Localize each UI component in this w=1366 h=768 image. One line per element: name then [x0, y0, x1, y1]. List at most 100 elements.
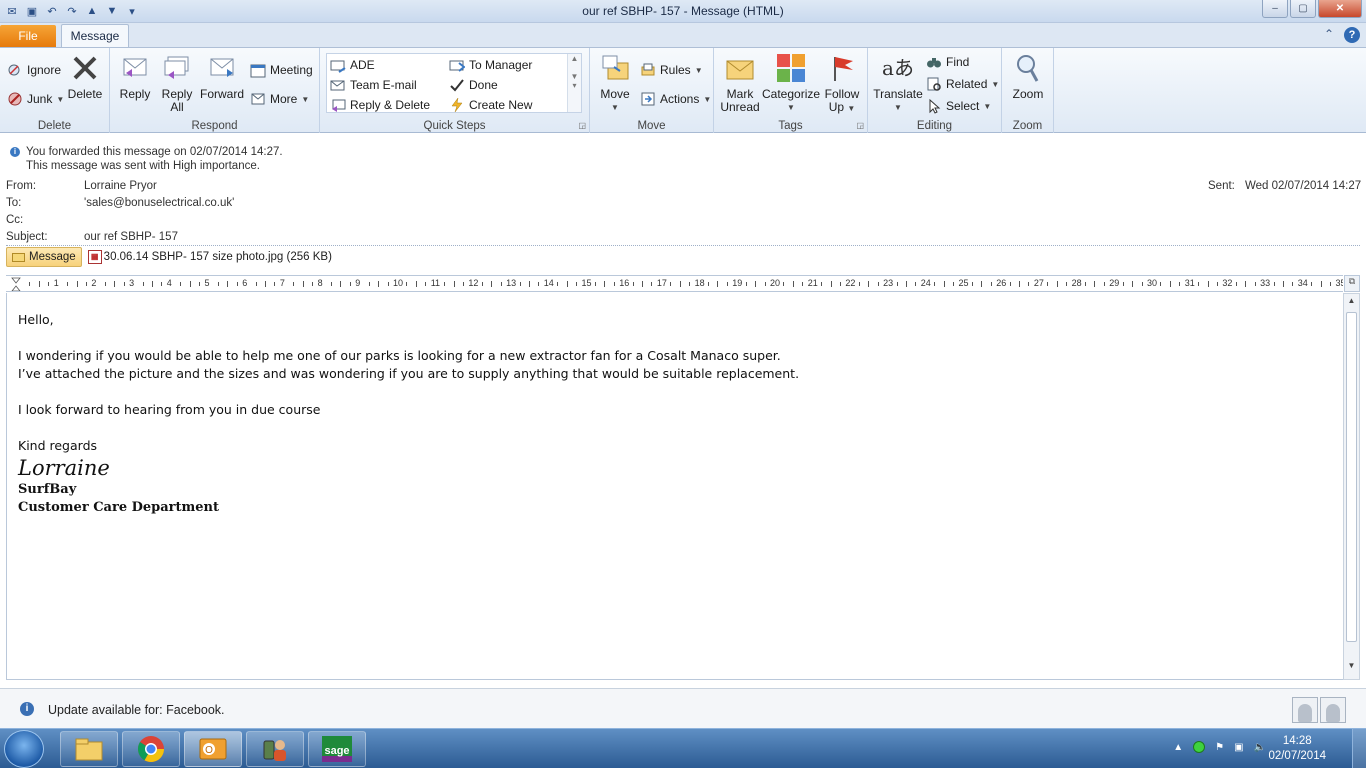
meeting-button[interactable]: Meeting: [250, 62, 313, 78]
find-button[interactable]: Find: [926, 54, 969, 70]
move-button[interactable]: Move ▼: [596, 52, 634, 114]
ruler-tick: [689, 282, 691, 286]
ruler-tick: [1179, 282, 1181, 286]
ruler-tick: [934, 282, 936, 286]
ruler-tick: [1245, 281, 1247, 287]
follow-up-button[interactable]: Follow Up ▼: [822, 52, 862, 115]
info-banner: i You forwarded this message on 02/07/201…: [10, 145, 283, 173]
start-button[interactable]: [4, 730, 44, 768]
scroll-up-icon[interactable]: ▲: [1344, 296, 1359, 312]
message-body[interactable]: Hello, I wondering if you would be able …: [6, 293, 1343, 680]
ruler-number: 11: [430, 278, 441, 288]
quickstep-ade[interactable]: ADE: [330, 57, 375, 73]
ruler-number: 9: [355, 278, 361, 288]
ignore-icon: [7, 62, 23, 78]
ruler-tick: [1009, 282, 1011, 286]
group-label-delete: Delete: [37, 120, 72, 132]
ruler-tick: [905, 281, 907, 287]
ruler-tick: [180, 282, 182, 286]
reply-all-button[interactable]: Reply All: [158, 52, 196, 114]
mark-unread-button[interactable]: Mark Unread: [718, 52, 762, 114]
ruler-tick: [802, 282, 804, 286]
ruler-tick: [604, 281, 606, 287]
quickstep-reply-delete[interactable]: Reply & Delete: [330, 97, 430, 113]
translate-button[interactable]: aあ Translate ▼: [872, 52, 924, 114]
flag-tray-icon[interactable]: ⚑: [1215, 742, 1224, 753]
actions-icon: [640, 91, 656, 107]
ruler-number: 18: [694, 278, 705, 288]
minimize-button[interactable]: –: [1262, 0, 1288, 18]
ruler-tick: [1273, 282, 1275, 286]
clock[interactable]: 14:28 02/07/2014: [1268, 734, 1326, 764]
ruler-tick: [265, 281, 267, 287]
group-delete: Ignore Junk ▼ Delete Delete: [0, 48, 110, 133]
system-tray: ▲ ⚑ ▣ 🔈: [1173, 741, 1266, 753]
checkmark-icon: [449, 77, 465, 93]
reply-all-icon: [161, 52, 193, 84]
related-button[interactable]: Related ▼: [926, 76, 999, 92]
select-button[interactable]: Select ▼: [926, 98, 991, 114]
message-tab-button[interactable]: Message: [6, 247, 82, 267]
rules-icon: [640, 62, 656, 78]
taskbar: O sage ▲ ⚑ ▣ 🔈 14:28 02/07/2014: [0, 728, 1366, 768]
explorer-taskbar-icon[interactable]: [60, 731, 118, 767]
ignore-button[interactable]: Ignore: [7, 62, 61, 78]
tags-launcher-icon[interactable]: ◲: [856, 121, 864, 130]
scroll-down-icon[interactable]: ▼: [1344, 661, 1359, 677]
ruler-tick: [821, 282, 823, 286]
close-button[interactable]: ✕: [1318, 0, 1362, 18]
ruler-number: 22: [845, 278, 856, 288]
vertical-scrollbar[interactable]: ▲ ▼: [1343, 293, 1360, 680]
actions-button[interactable]: Actions ▼: [640, 91, 711, 107]
maximize-button[interactable]: ▢: [1290, 0, 1316, 18]
delete-button[interactable]: Delete: [66, 52, 104, 101]
lightning-icon: [449, 97, 465, 113]
ruler-toggle-icon[interactable]: ⧉: [1344, 275, 1360, 292]
ruler-tick: [594, 282, 596, 286]
ruler-number: 5: [204, 278, 210, 288]
scroll-thumb[interactable]: [1346, 312, 1357, 642]
volume-icon[interactable]: 🔈: [1254, 742, 1266, 753]
body-paragraph-2: I look forward to hearing from you in du…: [18, 402, 321, 417]
reply-button[interactable]: Reply: [116, 52, 154, 101]
update-notice[interactable]: Update available for: Facebook.: [48, 703, 225, 717]
chrome-taskbar-icon[interactable]: [122, 731, 180, 767]
quickstep-create-new[interactable]: Create New: [449, 97, 532, 113]
sage-taskbar-icon[interactable]: sage: [308, 731, 366, 767]
show-hidden-icons-icon[interactable]: ▲: [1173, 742, 1183, 753]
quickstep-done[interactable]: Done: [449, 77, 498, 93]
mark-unread-icon: [724, 52, 756, 84]
body-paragraph-1-line-2: I’ve attached the picture and the sizes …: [18, 366, 800, 381]
phone-app-taskbar-icon[interactable]: [246, 731, 304, 767]
forward-button[interactable]: Forward: [200, 52, 244, 101]
ruler-number: 32: [1222, 278, 1233, 288]
ruler-tick: [632, 282, 634, 286]
network-icon[interactable]: ▣: [1234, 742, 1243, 753]
quick-steps-launcher-icon[interactable]: ◲: [578, 121, 586, 130]
from-value[interactable]: Lorraine Pryor: [84, 180, 157, 192]
quick-steps-scroll[interactable]: ▲ ▼ ▾: [567, 54, 581, 112]
attachment-file[interactable]: ▦ 30.06.14 SBHP- 157 size photo.jpg (256…: [87, 250, 332, 264]
quickstep-team-email[interactable]: Team E-mail: [330, 77, 417, 93]
contact-avatar[interactable]: [1320, 697, 1346, 723]
status-green-icon[interactable]: [1193, 741, 1206, 753]
to-value[interactable]: 'sales@bonuselectrical.co.uk': [84, 197, 234, 209]
show-desktop-button[interactable]: [1352, 729, 1366, 768]
subject-value: our ref SBHP- 157: [84, 231, 178, 243]
tab-message[interactable]: Message: [61, 24, 129, 48]
junk-button[interactable]: Junk ▼: [7, 91, 64, 107]
collapse-ribbon-icon[interactable]: ⌃: [1324, 27, 1334, 43]
quickstep-to-manager[interactable]: To Manager: [449, 57, 532, 73]
zoom-button[interactable]: Zoom: [1008, 52, 1048, 101]
categorize-button[interactable]: Categorize ▼: [762, 52, 820, 114]
ruler-tick: [830, 281, 832, 287]
rules-button[interactable]: Rules ▼: [640, 62, 703, 78]
contact-avatar[interactable]: [1292, 697, 1318, 723]
tab-file[interactable]: File: [0, 25, 56, 47]
help-icon[interactable]: ?: [1344, 27, 1360, 43]
ruler-tick: [1235, 282, 1237, 286]
ruler-tick: [755, 281, 757, 287]
ruler-tick: [217, 282, 219, 286]
more-button[interactable]: More ▼: [250, 91, 309, 107]
outlook-taskbar-icon[interactable]: O: [184, 731, 242, 767]
